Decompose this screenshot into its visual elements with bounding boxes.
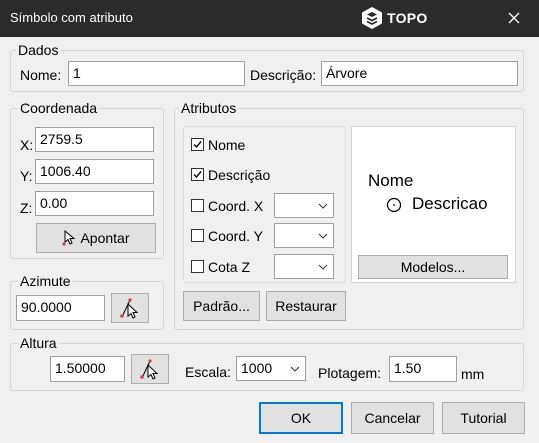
ok-label: OK <box>290 410 312 426</box>
apontar-button[interactable]: Apontar <box>36 223 156 253</box>
coord-x-label[interactable]: Coord. X <box>208 197 263 215</box>
cota-z-label[interactable]: Cota Z <box>208 258 250 276</box>
coord-y-checkbox[interactable] <box>191 229 204 242</box>
apontar-label: Apontar <box>80 230 130 246</box>
escala-select[interactable]: 1000 <box>236 356 306 381</box>
tutorial-label: Tutorial <box>460 410 507 426</box>
altura-pick-button[interactable] <box>131 354 169 384</box>
title-bar: Símbolo com atributo TOPO <box>0 0 539 37</box>
azimute-input[interactable]: 90.0000 <box>16 295 105 321</box>
modelos-label: Modelos... <box>400 259 466 275</box>
azimute-pick-button[interactable] <box>111 293 149 323</box>
dados-group-label: Dados <box>16 42 61 58</box>
pick-angle-icon <box>120 298 139 319</box>
chevron-down-icon <box>290 366 300 372</box>
atributos-group-label: Atributos <box>179 100 239 116</box>
altura-input[interactable]: 1.50000 <box>50 356 125 382</box>
chevron-down-icon <box>318 264 328 270</box>
descricao-label: Descrição: <box>250 67 317 83</box>
padrao-button[interactable]: Padrão... <box>183 291 260 321</box>
nome-label: Nome: <box>20 67 62 83</box>
point-symbol-icon <box>386 197 402 213</box>
x-label: X: <box>20 137 34 153</box>
ok-button[interactable]: OK <box>259 402 343 434</box>
escala-label: Escala: <box>185 364 231 380</box>
cota-z-select[interactable] <box>274 254 334 279</box>
pick-point-icon <box>62 230 76 246</box>
nome-checkbox[interactable] <box>191 138 204 151</box>
plotagem-unit: mm <box>461 366 485 382</box>
azimute-group-label: Azimute <box>18 273 73 289</box>
coordenada-group-label: Coordenada <box>18 100 100 116</box>
cancelar-label: Cancelar <box>364 410 421 426</box>
cancelar-button[interactable]: Cancelar <box>351 402 434 434</box>
descricao-checkbox[interactable] <box>191 168 204 181</box>
topo-logo-icon <box>362 7 382 29</box>
check-icon <box>193 171 202 179</box>
nome-input[interactable]: 1 <box>68 61 245 86</box>
y-input[interactable]: 1006.40 <box>35 159 154 184</box>
z-input[interactable]: 0.00 <box>35 191 154 216</box>
tutorial-button[interactable]: Tutorial <box>442 402 525 434</box>
preview-descricao-text: Descricao <box>412 194 488 213</box>
z-label: Z: <box>20 200 33 216</box>
altura-group-label: Altura <box>18 335 59 351</box>
window-title: Símbolo com atributo <box>10 10 133 25</box>
restaurar-button[interactable]: Restaurar <box>266 291 346 321</box>
brand-name: TOPO <box>387 10 428 26</box>
restaurar-label: Restaurar <box>275 298 337 314</box>
coord-y-label[interactable]: Coord. Y <box>208 227 263 245</box>
coord-x-checkbox[interactable] <box>191 199 204 212</box>
padrao-label: Padrão... <box>193 298 250 314</box>
nome-attr-label[interactable]: Nome <box>208 136 245 154</box>
cota-z-checkbox[interactable] <box>191 260 204 273</box>
close-icon[interactable] <box>503 7 525 29</box>
y-label: Y: <box>20 168 33 184</box>
escala-select-value: 1000 <box>241 360 273 376</box>
descricao-attr-label[interactable]: Descrição <box>208 166 270 184</box>
plotagem-input[interactable]: 1.50 <box>389 356 457 382</box>
descricao-input[interactable]: Árvore <box>321 61 518 86</box>
x-input[interactable]: 2759.5 <box>35 127 154 152</box>
chevron-down-icon <box>318 203 328 209</box>
check-icon <box>193 141 202 149</box>
pick-height-icon <box>140 359 159 380</box>
coord-x-select[interactable] <box>274 193 334 218</box>
plotagem-label: Plotagem: <box>318 365 382 381</box>
modelos-button[interactable]: Modelos... <box>358 255 508 279</box>
preview-nome-text: Nome <box>368 171 414 190</box>
chevron-down-icon <box>318 233 328 239</box>
coord-y-select[interactable] <box>274 223 334 248</box>
